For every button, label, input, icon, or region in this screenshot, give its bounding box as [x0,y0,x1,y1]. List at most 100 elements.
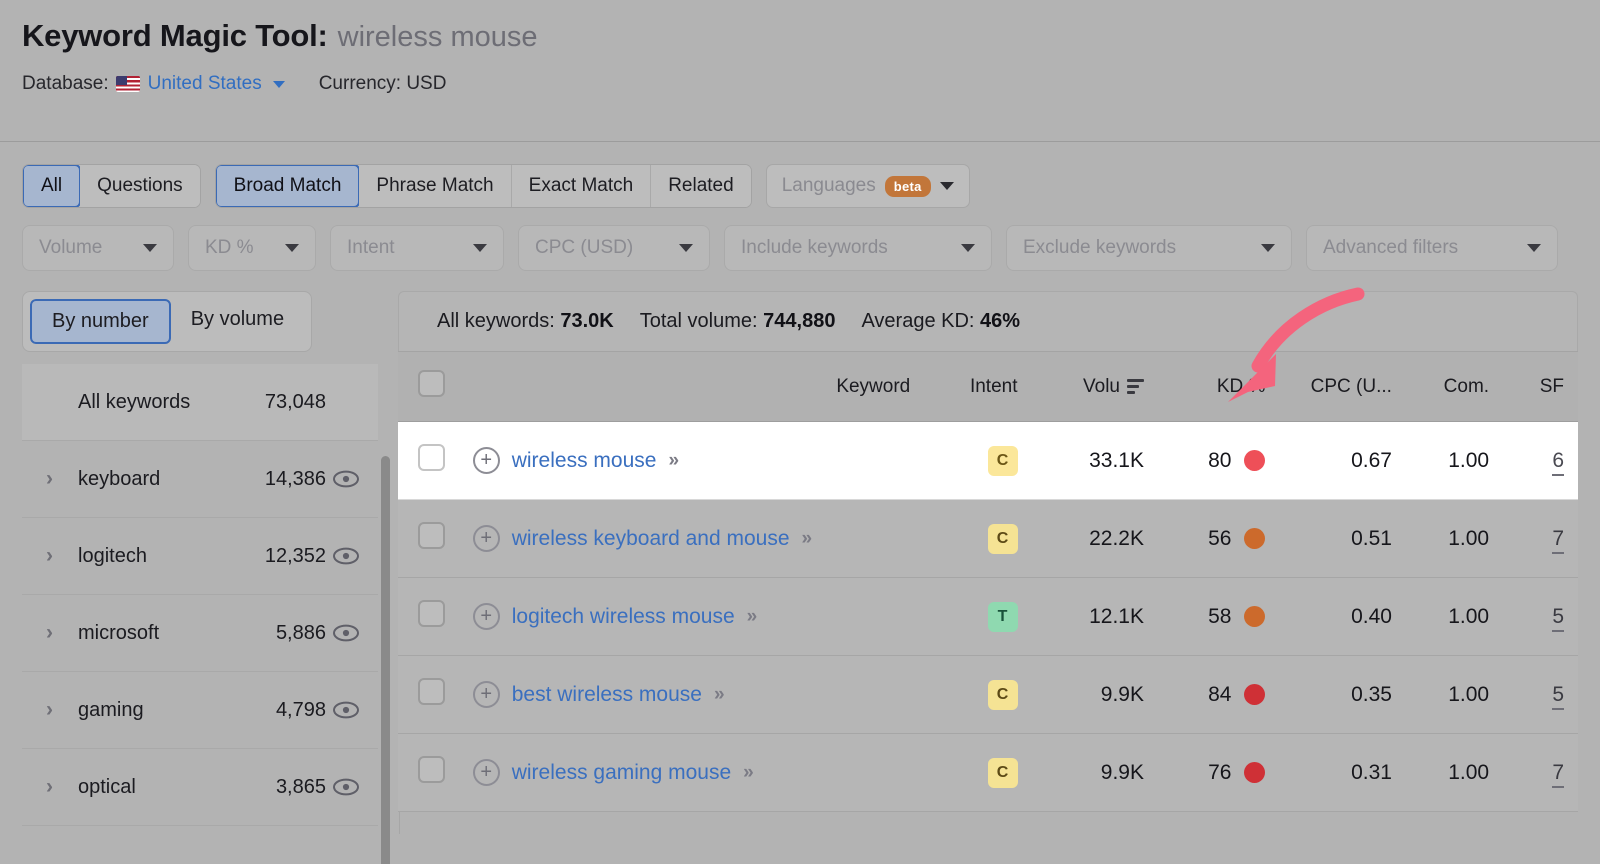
intent-cell: T [924,577,1032,656]
table-row[interactable]: + wireless keyboard and mouse » C 22.2K … [398,499,1578,578]
column-cpc[interactable]: CPC (U... [1279,351,1406,422]
languages-dropdown[interactable]: Languages beta [765,164,970,208]
sidebar-item-optical[interactable]: › optical 3,865 [22,749,378,826]
kd-cell: 76 [1158,733,1280,812]
keyword-link[interactable]: best wireless mouse [512,683,702,707]
keyword-link[interactable]: wireless mouse [512,449,657,473]
database-selector[interactable]: Database: United States [22,73,285,95]
eye-icon[interactable] [326,470,360,488]
tab-related[interactable]: Related [651,165,751,207]
sidebar-item-microsoft[interactable]: › microsoft 5,886 [22,595,378,672]
row-checkbox[interactable] [417,522,445,549]
summary-bar: All keywords: 73.0K Total volume: 744,88… [398,291,1578,351]
intent-badge[interactable]: C [987,757,1018,788]
volume-cell: 9.9K [1031,655,1158,734]
sidebar-item-all-keywords[interactable]: All keywords 73,048 [22,364,378,441]
eye-icon[interactable] [326,624,360,642]
sf-cell: 6 [1503,421,1578,500]
kd-difficulty-dot [1244,528,1266,549]
column-kd[interactable]: KD % [1158,351,1280,422]
filter-cpc[interactable]: CPC (USD) [518,225,710,271]
filter-intent[interactable]: Intent [330,225,504,271]
double-chevron-icon[interactable]: » [802,528,812,550]
column-keyword[interactable]: Keyword [458,351,925,422]
match-type-group: Broad Match Phrase Match Exact Match Rel… [214,164,752,208]
row-checkbox[interactable] [417,600,445,627]
sidebar-item-logitech[interactable]: › logitech 12,352 [22,518,378,595]
chevron-right-icon[interactable]: › [46,698,66,722]
tab-questions[interactable]: Questions [80,165,200,207]
sf-value[interactable]: 6 [1552,448,1564,476]
column-sf[interactable]: SF [1503,351,1578,422]
eye-icon[interactable] [326,547,360,565]
sidebar-item-gaming[interactable]: › gaming 4,798 [22,672,378,749]
competition-cell: 1.00 [1405,499,1504,578]
chevron-down-icon [679,244,693,252]
database-label: Database: [22,73,109,94]
table-header-row: Keyword Intent Volu KD % CPC (U... Com. … [398,351,1578,422]
sf-value[interactable]: 5 [1552,604,1564,632]
filter-advanced[interactable]: Advanced filters [1306,225,1558,271]
filter-volume[interactable]: Volume [22,225,174,271]
sf-value[interactable]: 7 [1552,760,1564,788]
table-row[interactable]: + logitech wireless mouse » T 12.1K 58 0… [398,577,1578,656]
chevron-right-icon[interactable]: › [46,775,66,799]
chevron-down-icon [961,244,975,252]
sidebar-item-keyboard[interactable]: › keyboard 14,386 [22,441,378,518]
row-checkbox[interactable] [417,756,445,783]
row-checkbox[interactable] [417,444,445,471]
filter-label: Include keywords [741,237,888,258]
sf-value[interactable]: 5 [1552,682,1564,710]
average-kd-value: 46% [980,310,1021,332]
add-keyword-icon[interactable]: + [472,759,500,786]
tab-all[interactable]: All [22,165,82,207]
keyword-link[interactable]: logitech wireless mouse [512,605,735,629]
sidebar-scrollbar[interactable] [381,456,390,864]
row-select-cell [398,577,459,656]
column-intent[interactable]: Intent [924,351,1032,422]
eye-icon[interactable] [326,778,360,796]
add-keyword-icon[interactable]: + [472,447,500,474]
double-chevron-icon[interactable]: » [668,450,678,472]
filter-include-keywords[interactable]: Include keywords [724,225,992,271]
row-checkbox[interactable] [417,678,445,705]
intent-badge[interactable]: T [987,601,1018,632]
table-row[interactable]: + wireless gaming mouse » C 9.9K 76 0.31… [398,733,1578,812]
intent-badge[interactable]: C [987,679,1018,710]
filter-label: KD % [205,237,254,258]
column-volume[interactable]: Volu [1031,351,1158,422]
table-row[interactable]: + wireless mouse » C 33.1K 80 0.67 1.00 … [398,421,1578,500]
filter-exclude-keywords[interactable]: Exclude keywords [1006,225,1292,271]
tab-exact-match[interactable]: Exact Match [511,165,652,207]
intent-badge[interactable]: C [987,523,1018,554]
column-competition[interactable]: Com. [1405,351,1504,422]
add-keyword-icon[interactable]: + [472,681,500,708]
keyword-link[interactable]: wireless keyboard and mouse [512,527,790,551]
tab-phrase-match[interactable]: Phrase Match [359,165,512,207]
intent-badge[interactable]: C [987,445,1018,476]
toggle-by-volume[interactable]: By volume [170,299,305,344]
sidebar-item-count: 5,886 [275,621,326,644]
toggle-by-number[interactable]: By number [30,299,171,344]
double-chevron-icon[interactable]: » [747,606,757,628]
select-all-checkbox[interactable] [417,370,445,397]
database-value[interactable]: United States [148,73,262,95]
sidebar-item-label: optical [78,775,136,798]
tab-broad-match[interactable]: Broad Match [215,165,361,207]
kd-difficulty-dot [1244,450,1266,471]
chevron-right-icon[interactable]: › [46,467,66,491]
chevron-right-icon[interactable]: › [46,621,66,645]
add-keyword-icon[interactable]: + [472,603,500,630]
double-chevron-icon[interactable]: » [743,762,753,784]
add-keyword-icon[interactable]: + [472,525,500,552]
sf-value[interactable]: 7 [1552,526,1564,554]
keyword-link[interactable]: wireless gaming mouse [512,761,731,785]
cpc-cell: 0.40 [1279,577,1406,656]
eye-icon[interactable] [326,701,360,719]
filter-kd[interactable]: KD % [188,225,316,271]
filters-area: All Questions Broad Match Phrase Match E… [0,142,1600,271]
double-chevron-icon[interactable]: » [714,684,724,706]
chevron-right-icon[interactable]: › [46,544,66,568]
page-title: Keyword Magic Tool: wireless mouse [22,18,1600,54]
table-row[interactable]: + best wireless mouse » C 9.9K 84 0.35 1… [398,655,1578,734]
